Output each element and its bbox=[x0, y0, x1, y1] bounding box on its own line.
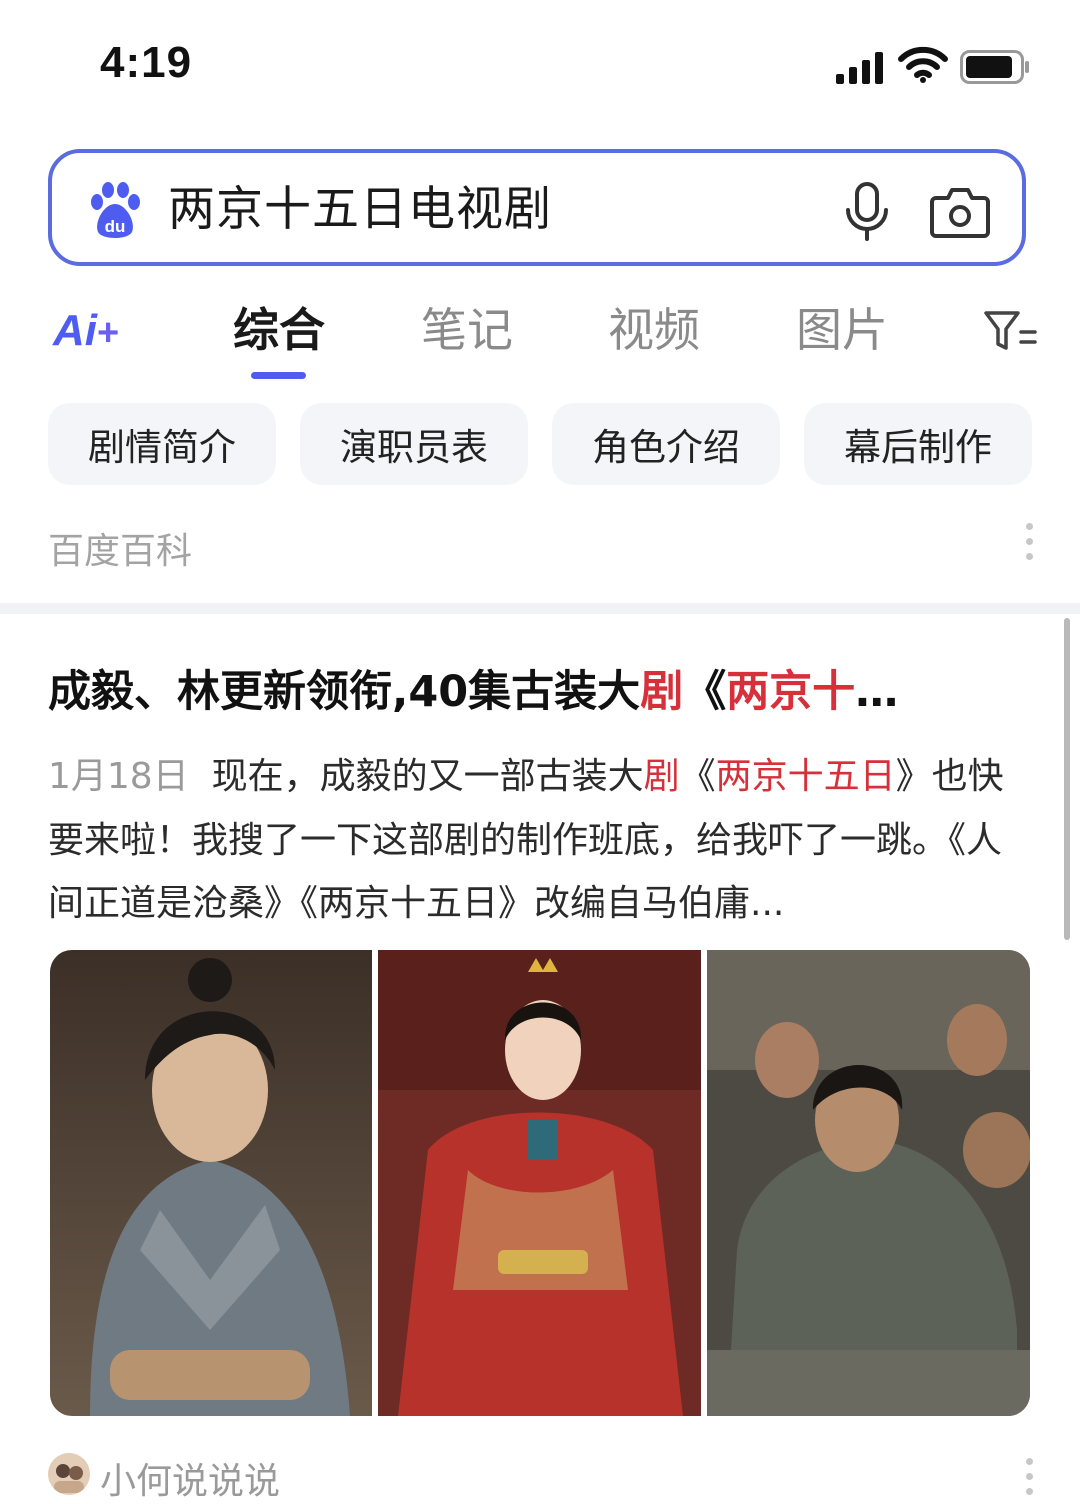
result-image-2[interactable] bbox=[378, 950, 701, 1416]
camera-icon[interactable] bbox=[930, 186, 990, 238]
wifi-icon bbox=[898, 46, 948, 83]
microphone-icon[interactable] bbox=[842, 182, 892, 242]
ai-tab[interactable]: Ai+ bbox=[53, 306, 119, 356]
result-title[interactable]: 成毅、林更新领衔,40集古装大剧《两京十… bbox=[48, 660, 898, 724]
search-query[interactable]: 两京十五日电视剧 bbox=[168, 178, 552, 242]
cellular-signal-icon bbox=[836, 52, 883, 84]
more-options-icon-2[interactable] bbox=[1026, 1458, 1036, 1503]
sparkle-plus-icon: + bbox=[97, 312, 120, 354]
author-name[interactable]: 小何说说说 bbox=[100, 1452, 280, 1504]
source-label[interactable]: 百度百科 bbox=[48, 522, 192, 574]
result-image-1[interactable] bbox=[50, 950, 372, 1416]
tab-notes[interactable]: 笔记 bbox=[421, 300, 513, 360]
baidu-logo-icon[interactable]: du bbox=[88, 182, 142, 238]
more-options-icon[interactable] bbox=[1026, 523, 1036, 568]
chip-plot-summary[interactable]: 剧情简介 bbox=[48, 403, 276, 485]
chip-cast-crew[interactable]: 演职员表 bbox=[300, 403, 528, 485]
section-divider bbox=[0, 603, 1080, 614]
tab-comprehensive[interactable]: 综合 bbox=[233, 300, 325, 360]
chip-behind-scenes[interactable]: 幕后制作 bbox=[804, 403, 1032, 485]
author-avatar[interactable] bbox=[48, 1453, 90, 1495]
result-snippet: 1月18日 现在，成毅的又一部古装大剧《两京十五日》也快要来啦！我搜了一下这部剧… bbox=[48, 756, 1004, 924]
result-image-3[interactable] bbox=[707, 950, 1030, 1416]
filter-icon[interactable] bbox=[983, 310, 1037, 352]
battery-icon bbox=[960, 50, 1029, 84]
tab-videos[interactable]: 视频 bbox=[608, 300, 700, 360]
tab-images[interactable]: 图片 bbox=[796, 300, 888, 360]
scrollbar[interactable] bbox=[1064, 618, 1070, 940]
active-tab-indicator bbox=[251, 372, 306, 379]
status-time: 4:19 bbox=[100, 38, 193, 87]
ai-tab-label: Ai bbox=[53, 306, 97, 355]
chip-characters[interactable]: 角色介绍 bbox=[552, 403, 780, 485]
svg-text:du: du bbox=[105, 217, 126, 236]
result-date: 1月18日 bbox=[48, 756, 189, 797]
